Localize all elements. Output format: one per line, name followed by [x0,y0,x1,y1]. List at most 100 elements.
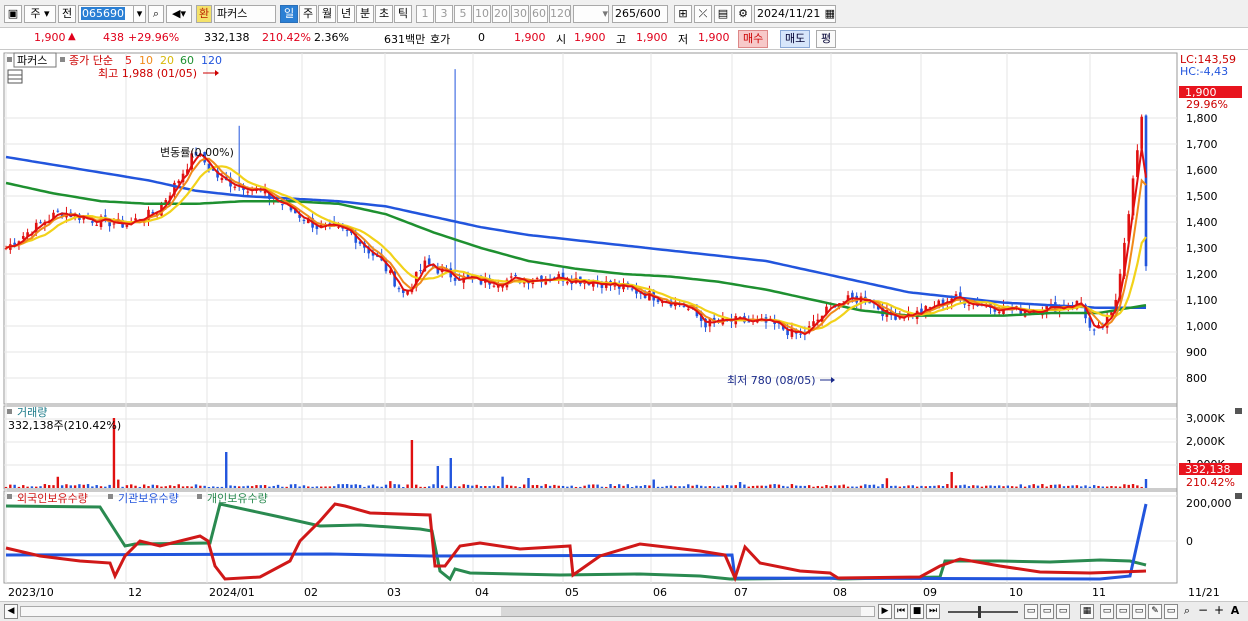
period-second[interactable]: 초 [375,5,393,23]
volume-bar [553,484,556,488]
candle-body [492,285,496,287]
layout-icon-2[interactable]: ▭ [1040,604,1054,619]
volume-bar [985,485,988,488]
chart-svg[interactable]: 파커스 종가 단순 5 10 20 60 120 최고 1,988 (01/05… [0,51,1248,601]
zoom-slider[interactable] [948,606,1018,618]
sell-button[interactable]: 매도 [780,30,811,48]
legend-marker [7,57,12,62]
calendar-icon[interactable]: ▦ [825,6,835,22]
mode-select[interactable]: 주 ▾ [24,5,56,23]
candle-body [419,270,422,272]
volume-bar [121,486,124,488]
interval-30[interactable]: 30 [511,5,529,23]
layout-icon-3[interactable]: ▭ [1056,604,1070,619]
rewind-icon[interactable]: ⏮ [894,604,908,619]
code-input[interactable]: 065690 ▾ [78,5,146,23]
volume-bar [1049,484,1053,488]
x-axis-end: 11/21 [1188,586,1220,599]
avg-button[interactable]: 평 [816,30,837,48]
interval-select[interactable]: ▾ [573,5,609,23]
close-icon[interactable] [1235,408,1242,414]
window-icon[interactable]: ▣ [4,5,22,23]
exchange-flag[interactable]: 환 [196,5,212,23]
gear-icon[interactable]: ⚙ [734,5,752,23]
cursor-tool-icon[interactable]: ⊞ [674,5,692,23]
draw-tool-icon[interactable]: ⤫ [694,5,712,23]
candle-body [1144,115,1148,267]
chart-area[interactable]: 파커스 종가 단순 5 10 20 60 120 최고 1,988 (01/05… [0,51,1248,601]
date-field[interactable]: 2024/11/21 ▦ [754,5,836,23]
volume-bar [190,486,193,488]
minus-icon[interactable]: − [1196,604,1210,619]
volume-bar [522,484,526,488]
window-icon[interactable]: ▭ [1100,604,1114,619]
volume-bar [583,485,586,488]
candle-body [104,215,107,217]
zoom-icon[interactable]: ⌕ [1180,604,1194,619]
volume-bar [341,484,345,488]
period-year[interactable]: 년 [337,5,355,23]
period-month[interactable]: 월 [318,5,336,23]
scrollbar-track[interactable] [20,606,875,617]
volume-bar [807,485,811,488]
volume-bar [410,440,414,488]
search-icon[interactable]: ⌕ [148,5,164,23]
volume-title: 거래량 [17,406,47,419]
grid-icon[interactable]: ▦ [1080,604,1094,619]
period-tick[interactable]: 틱 [394,5,412,23]
volume-bar [337,484,340,488]
speaker-icon[interactable]: ◀▾ [166,5,192,23]
count-field[interactable]: 265/600 [612,5,668,23]
layout-icon[interactable]: ▭ [1024,604,1038,619]
window-icon-3[interactable]: ▭ [1132,604,1146,619]
buy-button[interactable]: 매수 [738,30,769,48]
table-icon[interactable] [7,69,23,84]
window-icon-4[interactable]: ▭ [1164,604,1178,619]
chevron-down-icon[interactable]: ▾ [133,6,145,22]
stop-icon[interactable]: ■ [910,604,924,619]
interval-10[interactable]: 10 [473,5,491,23]
period-day[interactable]: 일 [280,5,298,23]
volume-bar [777,484,781,488]
save-icon[interactable]: ▤ [714,5,732,23]
period-week[interactable]: 주 [299,5,317,23]
volume-bar [242,486,245,488]
zoom-slider-handle[interactable] [978,606,981,618]
volume-bar [652,479,655,488]
interval-20[interactable]: 20 [492,5,510,23]
window-icon-2[interactable]: ▭ [1116,604,1130,619]
close-icon[interactable] [1235,493,1242,499]
auto-icon[interactable]: A [1228,604,1242,619]
volume-bar [263,485,267,488]
edit-icon[interactable]: ✎ [1148,604,1162,619]
interval-3[interactable]: 3 [435,5,453,23]
hold-tick-0: 0 [1186,535,1193,548]
volume-bar [324,486,327,488]
volume-bar [592,484,595,488]
volume-bar [259,485,262,488]
play-icon[interactable]: ▶ [878,604,892,619]
interval-1[interactable]: 1 [416,5,434,23]
interval-60[interactable]: 60 [530,5,548,23]
volume-bar [449,458,452,488]
market-button[interactable]: 전 [58,5,76,23]
scrollbar-thumb[interactable] [501,607,861,616]
interval-5[interactable]: 5 [454,5,472,23]
stock-name-field[interactable]: 파커스 [214,5,276,23]
forward-icon[interactable]: ⏭ [926,604,940,619]
volume-bar [730,485,733,488]
period-minute[interactable]: 분 [356,5,374,23]
mid-annotation: 변동률(0.00%) [160,146,234,159]
volume-bar [993,485,997,488]
high-label: 고 [616,33,627,46]
plus-icon[interactable]: + [1212,604,1226,619]
volume-bar [60,485,64,488]
change-value: 438 [103,31,124,44]
volume-bar [56,476,60,488]
volume-bar [505,484,509,488]
candle-body [337,226,340,228]
volume-bar [829,485,832,488]
change-percent: +29.96% [128,31,180,44]
interval-120[interactable]: 120 [549,5,571,23]
scroll-left-icon[interactable]: ◀ [4,604,18,619]
